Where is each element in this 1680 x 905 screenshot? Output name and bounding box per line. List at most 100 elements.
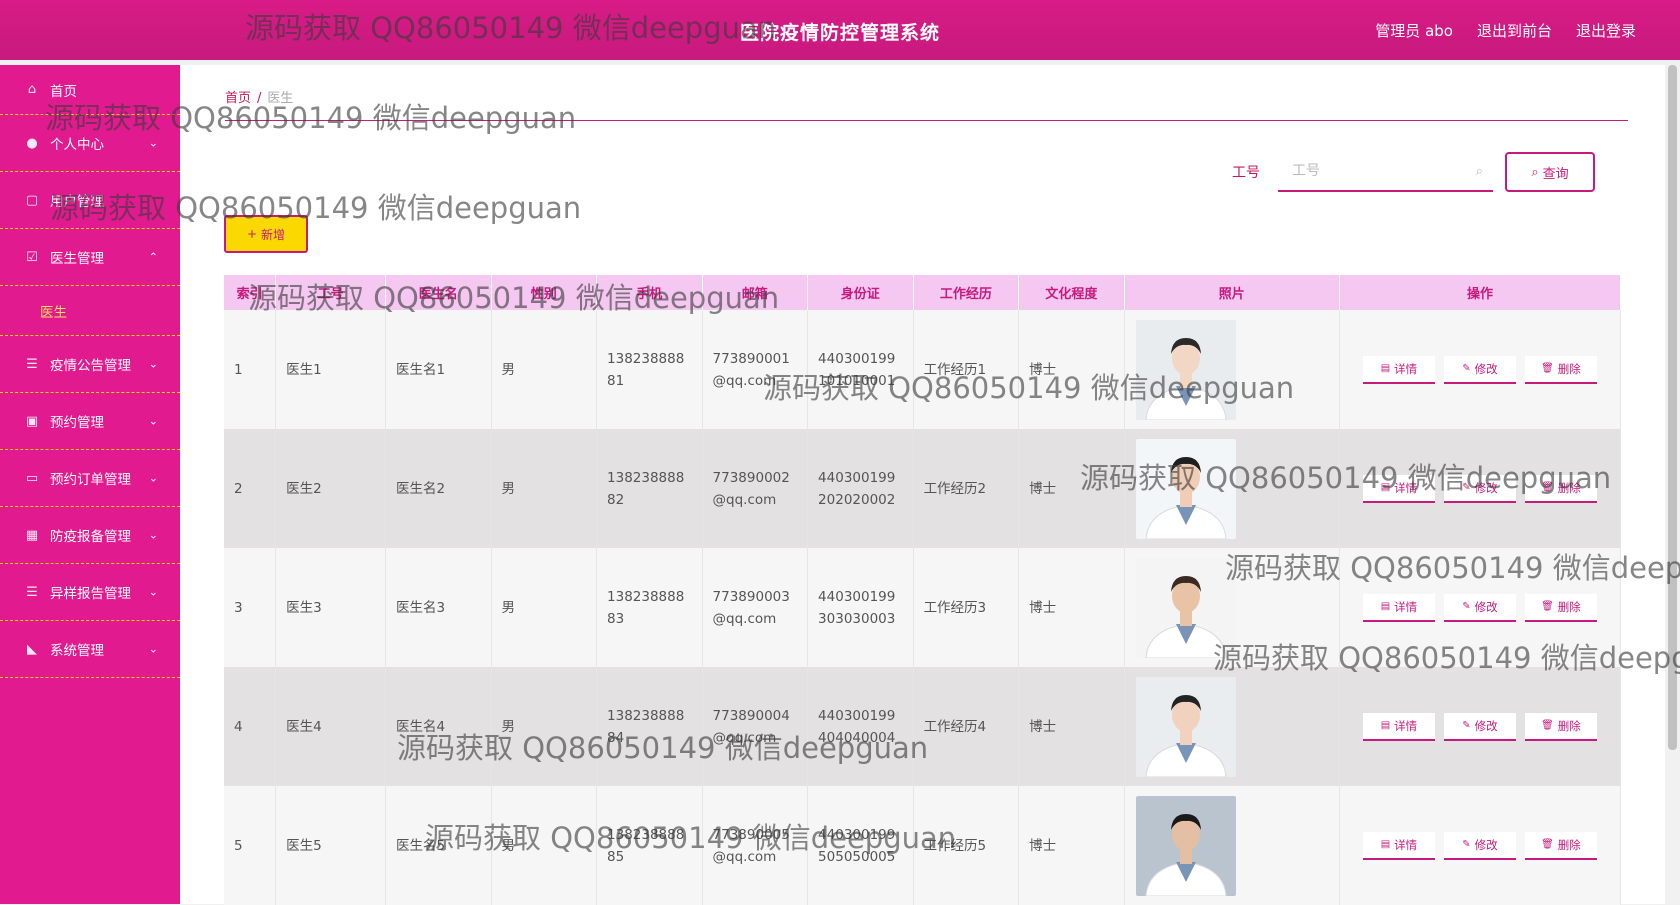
detail-button[interactable]: ▤ 详情 (1362, 593, 1435, 622)
sidebar-item-appointment-orders[interactable]: ▭ 预约订单管理 ⌄ (0, 450, 180, 507)
doctor-photo (1135, 319, 1236, 420)
doc-icon: ▤ (1380, 481, 1391, 493)
clipboard-icon: ▣ (25, 413, 39, 429)
doc-icon: ▤ (1380, 362, 1391, 374)
doctor-portrait-image (1145, 694, 1227, 777)
cell-job-number: 医生1 (275, 310, 386, 429)
doc-icon: ▤ (1380, 838, 1391, 850)
header-index: 索引 (224, 275, 277, 310)
row-actions: ▤ 详情 ✎ 修改 🗑 删除 (1350, 831, 1610, 860)
edit-icon: ✎ (1462, 600, 1471, 612)
cell-id-card: 440300199404040004 (807, 667, 914, 786)
row-actions: ▤ 详情 ✎ 修改 🗑 删除 (1350, 355, 1610, 384)
delete-button[interactable]: 🗑 删除 (1524, 593, 1597, 622)
chevron-down-icon: ⌄ (148, 528, 158, 542)
header-work-experience: 工作经历 (913, 275, 1020, 310)
top-bar: 医院疫情防控管理系统 管理员 abo 退出到前台 退出登录 (0, 0, 1680, 60)
edit-icon: ✎ (1462, 838, 1471, 850)
op-label: 详情 (1394, 718, 1418, 733)
chevron-down-icon: ⌄ (148, 585, 158, 599)
sidebar-item-label: 系统管理 (50, 643, 104, 659)
sidebar-item-anomaly-reports[interactable]: ☰ 异样报告管理 ⌄ (0, 564, 180, 621)
sidebar: ⌂ 首页 ● 个人中心 ⌄ ▢ 用户管理 ☑ 医生管理 ⌃ 医生 ☰ 疫情公告管… (0, 65, 180, 904)
detail-button[interactable]: ▤ 详情 (1362, 831, 1435, 860)
header-job-number: 工号 (275, 275, 386, 310)
sidebar-item-profile[interactable]: ● 个人中心 ⌄ (0, 115, 180, 172)
home-icon: ⌂ (27, 82, 37, 97)
search-input[interactable] (1292, 163, 1462, 179)
edit-button[interactable]: ✎ 修改 (1443, 593, 1516, 622)
cell-id-card: 440300199303030003 (807, 548, 914, 667)
doctor-table: 索引 工号 医生名 性别 手机 邮箱 身份证 工作经历 文化程度 照片 操作 1… (224, 275, 1622, 905)
sidebar-item-label: 预约订单管理 (50, 472, 131, 488)
detail-button[interactable]: ▤ 详情 (1362, 474, 1435, 503)
cell-photo (1124, 786, 1340, 905)
op-label: 详情 (1394, 599, 1418, 614)
logout-link[interactable]: 退出登录 (1576, 20, 1636, 41)
sidebar-item-epidemic-reports[interactable]: ▦ 防疫报备管理 ⌄ (0, 507, 180, 564)
sidebar-item-label: 预约管理 (50, 415, 104, 431)
trash-icon: 🗑 (1541, 838, 1554, 850)
cell-phone: 13823888881 (596, 310, 703, 429)
delete-button[interactable]: 🗑 删除 (1524, 474, 1597, 503)
trash-icon: 🗑 (1541, 362, 1554, 374)
breadcrumb-separator: / (257, 91, 262, 106)
trash-icon: 🗑 (1541, 719, 1554, 731)
edit-button[interactable]: ✎ 修改 (1443, 712, 1516, 741)
header-actions: 操作 (1339, 275, 1622, 310)
row-actions: ▤ 详情 ✎ 修改 🗑 删除 (1350, 712, 1610, 741)
chevron-up-icon: ⌃ (148, 250, 158, 264)
top-links: 管理员 abo 退出到前台 退出登录 (1375, 20, 1636, 41)
sidebar-item-home[interactable]: ⌂ 首页 (0, 65, 180, 115)
sidebar-item-announcements[interactable]: ☰ 疫情公告管理 ⌄ (0, 336, 180, 393)
edit-button[interactable]: ✎ 修改 (1443, 474, 1516, 503)
add-button[interactable]: + 新增 (224, 215, 308, 253)
sidebar-item-system[interactable]: ◣ 系统管理 ⌄ (0, 621, 180, 678)
sidebar-item-users[interactable]: ▢ 用户管理 (0, 172, 180, 229)
cell-actions: ▤ 详情 ✎ 修改 🗑 删除 (1339, 429, 1622, 548)
thumbs-up-icon: ◣ (27, 641, 37, 657)
op-label: 删除 (1557, 599, 1581, 614)
cell-gender: 男 (491, 548, 598, 667)
doctor-photo (1135, 676, 1236, 777)
breadcrumb-home[interactable]: 首页 (225, 91, 251, 106)
edit-button[interactable]: ✎ 修改 (1443, 831, 1516, 860)
table-row: 1 医生1 医生名1 男 13823888881 773890001@qq.com 4403… (224, 310, 1622, 429)
doctor-photo (1135, 438, 1236, 539)
back-to-front-link[interactable]: 退出到前台 (1477, 20, 1552, 41)
sidebar-subitem-doctor[interactable]: 医生 (0, 286, 180, 336)
cell-work-experience: 工作经历4 (913, 667, 1020, 786)
cell-actions: ▤ 详情 ✎ 修改 🗑 删除 (1339, 548, 1622, 667)
cell-index: 1 (224, 310, 277, 429)
edit-button[interactable]: ✎ 修改 (1443, 355, 1516, 384)
header-doctor-name: 医生名 (385, 275, 492, 310)
sidebar-item-label: 医生管理 (50, 251, 104, 267)
detail-button[interactable]: ▤ 详情 (1362, 712, 1435, 741)
sidebar-item-label: 异样报告管理 (50, 586, 131, 602)
sidebar-item-appointments[interactable]: ▣ 预约管理 ⌄ (0, 393, 180, 450)
search-button-label: 查询 (1542, 166, 1569, 182)
delete-button[interactable]: 🗑 删除 (1524, 355, 1597, 384)
cell-email: 773890003@qq.com (702, 548, 809, 667)
edit-icon: ✎ (1462, 719, 1471, 731)
scrollbar-thumb[interactable] (1668, 65, 1677, 750)
search-button[interactable]: ⌕ 查询 (1505, 152, 1595, 192)
cell-doctor-name: 医生名4 (385, 667, 492, 786)
cell-job-number: 医生3 (275, 548, 386, 667)
sidebar-item-doctors[interactable]: ☑ 医生管理 ⌃ (0, 229, 180, 286)
cell-id-card: 440300199202020002 (807, 429, 914, 548)
detail-button[interactable]: ▤ 详情 (1362, 355, 1435, 384)
user-icon: ● (26, 135, 38, 151)
op-label: 详情 (1394, 361, 1418, 376)
header-id-card: 身份证 (807, 275, 914, 310)
delete-button[interactable]: 🗑 删除 (1524, 831, 1597, 860)
cell-gender: 男 (491, 667, 598, 786)
cell-doctor-name: 医生名1 (385, 310, 492, 429)
admin-user-label[interactable]: 管理员 abo (1375, 20, 1453, 41)
sidebar-item-label: 疫情公告管理 (50, 358, 131, 374)
delete-button[interactable]: 🗑 删除 (1524, 712, 1597, 741)
op-label: 删除 (1557, 718, 1581, 733)
cell-education: 博士 (1018, 548, 1125, 667)
chevron-down-icon: ⌄ (148, 642, 158, 656)
scrollbar[interactable] (1665, 65, 1680, 904)
